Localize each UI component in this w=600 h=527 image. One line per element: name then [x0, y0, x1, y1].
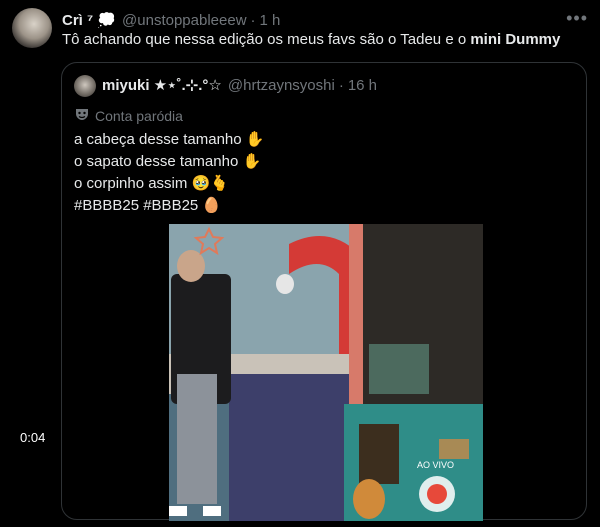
tweet-text-bold: mini Dummy [470, 31, 561, 48]
quote-hashtags[interactable]: #BBBB25 #BBB25 🥚 [74, 195, 264, 217]
video-player[interactable]: AO VIVO [169, 224, 483, 521]
quoted-tweet[interactable]: miyuki ★⋆˚.⊹.°☆ @hrtzaynsyoshi · 16 h Co… [61, 62, 587, 521]
quote-separator-dot: · [338, 76, 344, 94]
author-avatar[interactable] [12, 8, 52, 48]
quote-author-name: miyuki ★⋆˚.⊹.°☆ [102, 77, 222, 94]
quote-line: o sapato desse tamanho ✋ [74, 153, 262, 170]
quote-time: 16 h [347, 76, 378, 94]
mask-icon [74, 106, 90, 125]
quote-author-handle: @hrtzaynsyoshi [227, 76, 335, 94]
quote-author-avatar [74, 75, 96, 97]
tweet-text: Tô achando que nessa edição os meus favs… [62, 31, 560, 48]
parody-label: Conta paródia [74, 106, 183, 125]
parody-text: Conta paródia [95, 107, 183, 124]
tweet-text-main: Tô achando que nessa edição os meus favs… [62, 31, 471, 48]
video-overlay-text: AO VIVO [417, 460, 454, 470]
video-frame: AO VIVO [169, 224, 483, 521]
author-handle[interactable]: @unstoppableeew [122, 12, 246, 29]
video-timestamp: 0:04 [20, 430, 46, 445]
more-icon[interactable]: ••• [566, 8, 588, 29]
tweet-header: Crì ⁷ 💭 @unstoppableeew · 1 h ••• [62, 8, 588, 30]
quote-line: a cabeça desse tamanho ✋ [74, 131, 265, 148]
quote-body: a cabeça desse tamanho ✋ o sapato desse … [74, 129, 264, 217]
separator-dot: · [250, 11, 256, 29]
author-name[interactable]: Crì ⁷ 💭 [62, 11, 116, 29]
quote-line: o corpinho assim 🥹🫰 [74, 175, 229, 192]
tweet-time[interactable]: 1 h [260, 12, 281, 29]
quote-header: miyuki ★⋆˚.⊹.°☆ @hrtzaynsyoshi · 16 h [102, 76, 378, 95]
